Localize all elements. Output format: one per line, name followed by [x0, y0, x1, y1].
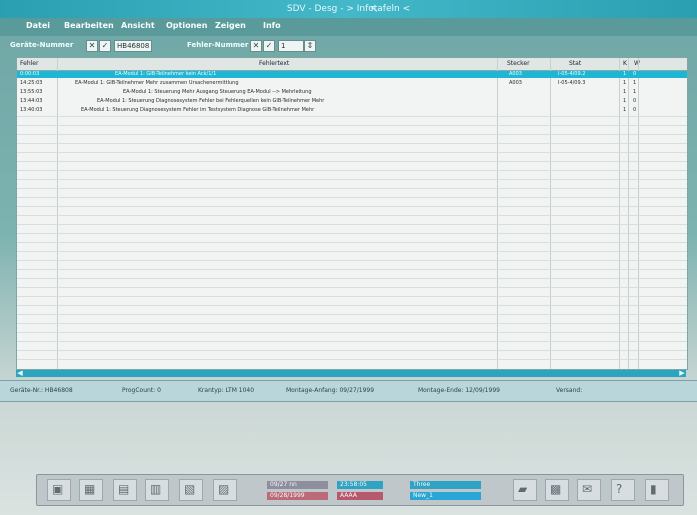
- row-w: 1: [633, 89, 637, 95]
- files-icon[interactable]: ▥: [145, 479, 169, 501]
- row-k: 1: [623, 89, 627, 95]
- mail-glyph: ✉: [582, 482, 593, 496]
- printer-icon[interactable]: ▨: [213, 479, 237, 501]
- fehler-table: Fehler Fehlertext Stecker Stat K W 0:00:…: [16, 57, 688, 370]
- network-glyph: ▩: [550, 482, 562, 496]
- menu-zeigen[interactable]: Zeigen: [215, 21, 246, 30]
- row-id: 0:00:03: [20, 71, 40, 77]
- status-kranttyp: Krantyp: LTM 1040: [198, 387, 255, 394]
- window-title: SDV - Desg - > Infotafeln <: [286, 4, 411, 14]
- row-stecker: A003: [509, 71, 522, 77]
- filter-toolbar: Geräte-Nummer ✕ ✓ HB46808 Fehler-Nummer …: [0, 37, 697, 55]
- row-stat: I-05-4/09.2: [558, 71, 586, 77]
- fehler-check-icon[interactable]: ✓: [263, 40, 275, 52]
- col-w[interactable]: W: [634, 60, 640, 67]
- row-w: 0: [633, 71, 637, 77]
- status-pill: AAAA: [337, 492, 383, 500]
- status-pill: Three: [410, 481, 481, 489]
- taskbar: ▣ ▦ ▤ ▥ ▧ ▨ 09/27 nn 23:58:05 Three 09/2…: [36, 474, 684, 506]
- row-w: 0: [633, 107, 637, 113]
- status-montage-anfang: Montage-Anfang: 09/27/1999: [286, 387, 375, 394]
- table-row[interactable]: 0:00:03 EA-Modul 1: GIB-Teilnehmer kein …: [17, 71, 687, 78]
- row-id: 14:25:03: [20, 80, 43, 86]
- table-row[interactable]: 13:44:03 EA-Modul 1: Steuerung Diagnoses…: [17, 98, 687, 105]
- menu-bar: Datei Bearbeiten Ansicht Optionen Zeigen…: [0, 18, 697, 36]
- status-pill: New_1: [410, 492, 481, 500]
- app-icon[interactable]: ▣: [47, 479, 71, 501]
- row-text: EA-Modul 1: Steuerung Mehr Ausgang Steue…: [123, 89, 312, 95]
- row-w: 1: [633, 80, 637, 86]
- files-glyph: ▥: [150, 482, 162, 496]
- desktop-screen: SDV - Desg - > Infotafeln < ↖ Datei Bear…: [0, 0, 697, 515]
- monitor-icon[interactable]: ▰: [513, 479, 537, 501]
- col-fehlertext[interactable]: Fehlertext: [259, 60, 289, 67]
- menu-datei[interactable]: Datei: [26, 21, 50, 30]
- check-icon[interactable]: ✓: [99, 40, 111, 52]
- monitor-glyph: ▰: [518, 482, 528, 496]
- fehler-label: Fehler-Nummer: [187, 41, 249, 49]
- row-k: 1: [623, 98, 627, 104]
- menu-optionen[interactable]: Optionen: [166, 21, 207, 30]
- table-row[interactable]: 13:55:03 EA-Modul 1: Steuerung Mehr Ausg…: [17, 89, 687, 96]
- scroll-left-icon[interactable]: ◀: [16, 369, 24, 377]
- row-id: 13:44:03: [20, 98, 43, 104]
- table-row[interactable]: 14:25:03 EA-Modul 1: GIB-Teilnehmer Mehr…: [17, 80, 687, 87]
- row-stecker: A003: [509, 80, 522, 86]
- status-geraete: Geräte-Nr.: HB46808: [10, 387, 73, 394]
- row-text: EA-Modul 1: Steuerung Diagnosesystem Feh…: [81, 107, 315, 113]
- status-progcount: ProgCount: 0: [122, 387, 161, 394]
- status-pill: 23:58:05: [337, 481, 383, 489]
- row-k: 1: [623, 80, 627, 86]
- trash-icon[interactable]: ▮: [645, 479, 669, 501]
- col-fehler[interactable]: Fehler: [20, 60, 38, 67]
- fehler-field[interactable]: 1: [278, 40, 304, 52]
- col-stat[interactable]: Stat: [569, 60, 581, 67]
- status-versand: Versand:: [556, 387, 583, 394]
- document-icon[interactable]: ▧: [179, 479, 203, 501]
- clear-icon[interactable]: ✕: [86, 40, 98, 52]
- row-id: 13:40:03: [20, 107, 43, 113]
- row-stat: I-05-4/09.3: [558, 80, 586, 86]
- status-pill: 09/27 nn: [267, 481, 328, 489]
- row-text: EA-Modul 1: GIB-Teilnehmer Mehr zusammen…: [75, 80, 239, 86]
- horizontal-scrollbar[interactable]: ◀ ▶: [16, 369, 686, 377]
- col-k[interactable]: K: [623, 60, 627, 67]
- trash-glyph: ▮: [650, 482, 657, 496]
- stepper-icon[interactable]: ⇕: [304, 40, 316, 52]
- row-k: 1: [623, 107, 627, 113]
- mouse-cursor-icon: ↖: [370, 4, 379, 15]
- status-pill: 09/28/1999: [267, 492, 328, 500]
- calculator-glyph: ▦: [84, 482, 96, 496]
- help-icon[interactable]: ?: [611, 479, 635, 501]
- app-glyph: ▣: [52, 482, 64, 496]
- row-k: 1: [623, 71, 627, 77]
- window-title-bar: SDV - Desg - > Infotafeln < ↖: [0, 0, 697, 18]
- help-glyph: ?: [616, 482, 623, 496]
- menu-bearbeiten[interactable]: Bearbeiten: [64, 21, 114, 30]
- document-glyph: ▧: [184, 482, 196, 496]
- printer-glyph: ▨: [218, 482, 230, 496]
- table-header: Fehler Fehlertext Stecker Stat K W: [17, 58, 687, 71]
- scroll-right-icon[interactable]: ▶: [678, 369, 686, 377]
- status-bar: Geräte-Nr.: HB46808 ProgCount: 0 Krantyp…: [0, 380, 697, 402]
- editor-glyph: ▤: [118, 482, 130, 496]
- geraete-field[interactable]: HB46808: [114, 40, 153, 52]
- network-icon[interactable]: ▩: [545, 479, 569, 501]
- mail-icon[interactable]: ✉: [577, 479, 601, 501]
- status-montage-ende: Montage-Ende: 12/09/1999: [418, 387, 500, 394]
- menu-info[interactable]: Info: [263, 21, 281, 30]
- row-text: EA-Modul 1: Steuerung Diagnosesystem Feh…: [97, 98, 325, 104]
- col-stecker[interactable]: Stecker: [507, 60, 530, 67]
- row-text: EA-Modul 1: GIB-Teilnehmer kein Ack/1/1: [115, 71, 217, 77]
- geraete-label: Geräte-Nummer: [10, 41, 74, 49]
- row-id: 13:55:03: [20, 89, 43, 95]
- menu-ansicht[interactable]: Ansicht: [121, 21, 155, 30]
- table-row[interactable]: 13:40:03 EA-Modul 1: Steuerung Diagnoses…: [17, 107, 687, 114]
- fehler-clear-icon[interactable]: ✕: [250, 40, 262, 52]
- calculator-icon[interactable]: ▦: [79, 479, 103, 501]
- editor-icon[interactable]: ▤: [113, 479, 137, 501]
- row-w: 0: [633, 98, 637, 104]
